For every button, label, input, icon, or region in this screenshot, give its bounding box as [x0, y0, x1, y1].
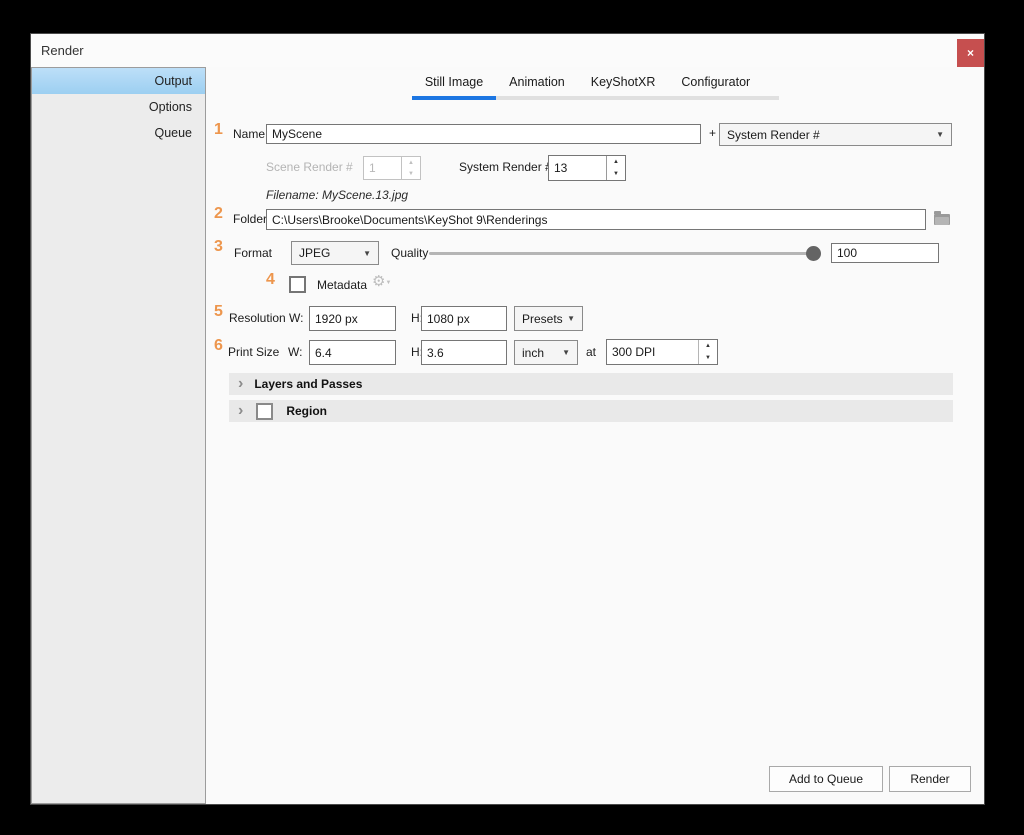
chevron-right-icon: › — [238, 403, 243, 419]
metadata-checkbox[interactable] — [289, 276, 306, 293]
dpi-value: 300 DPI — [607, 340, 698, 364]
close-button[interactable]: × — [957, 39, 984, 67]
chevron-down-icon: ▼ — [936, 130, 951, 139]
scene-render-label: Scene Render # — [266, 160, 353, 174]
format-value: JPEG — [292, 246, 363, 260]
screen-background: Render × Output Options Queue Still Imag… — [0, 0, 1024, 835]
system-render-label: System Render # — [459, 160, 552, 174]
system-render-value: 13 — [549, 156, 606, 180]
name-label: Name — [233, 127, 265, 141]
scene-render-spinner: 1 ▲ ▼ — [363, 156, 421, 180]
format-dropdown[interactable]: JPEG ▼ — [291, 241, 379, 265]
resolution-height-input[interactable] — [421, 306, 507, 331]
spinner-up-icon[interactable]: ▲ — [699, 340, 717, 352]
chevron-down-icon: ▼ — [562, 348, 577, 357]
at-label: at — [586, 345, 596, 359]
main-panel: Still Image Animation KeyShotXR Configur… — [207, 67, 984, 804]
step-marker-3: 3 — [214, 238, 223, 256]
sidebar-item-queue[interactable]: Queue — [32, 120, 205, 146]
plus-label: + — [709, 126, 716, 140]
unit-dropdown[interactable]: inch ▼ — [514, 340, 578, 365]
presets-dropdown[interactable]: Presets ▼ — [514, 306, 583, 331]
close-icon: × — [967, 46, 974, 60]
filename-text: Filename: MyScene.13.jpg — [266, 188, 408, 202]
chevron-down-icon: ▼ — [385, 280, 391, 286]
print-height-input[interactable] — [421, 340, 507, 365]
sidebar-item-options[interactable]: Options — [32, 94, 205, 120]
window-title: Render — [41, 43, 84, 58]
tab-keyshotxr[interactable]: KeyShotXR — [578, 73, 669, 100]
chevron-down-icon: ▼ — [567, 314, 582, 323]
resolution-label: Resolution — [229, 311, 286, 325]
title-bar[interactable]: Render × — [31, 34, 984, 67]
scene-render-spin-buttons: ▲ ▼ — [401, 157, 420, 179]
step-marker-6: 6 — [214, 337, 223, 355]
chevron-right-icon: › — [238, 376, 243, 392]
gear-icon: ⚙ — [372, 273, 385, 290]
scene-render-value: 1 — [364, 157, 401, 179]
format-label: Format — [234, 246, 272, 260]
add-to-queue-button[interactable]: Add to Queue — [769, 766, 883, 792]
step-marker-5: 5 — [214, 303, 223, 321]
print-width-input[interactable] — [309, 340, 396, 365]
unit-value: inch — [515, 346, 562, 360]
tab-configurator[interactable]: Configurator — [668, 73, 763, 100]
folder-label: Folder — [233, 212, 267, 226]
spinner-up-icon[interactable]: ▲ — [607, 156, 625, 168]
step-marker-1: 1 — [214, 121, 223, 139]
quality-input[interactable] — [831, 243, 939, 263]
chevron-down-icon: ▼ — [363, 249, 378, 258]
tab-underline-spacer — [763, 73, 779, 100]
folder-browse-icon[interactable] — [934, 214, 950, 225]
print-w-label: W: — [288, 345, 302, 359]
render-button[interactable]: Render — [889, 766, 971, 792]
system-render-spin-buttons[interactable]: ▲ ▼ — [606, 156, 625, 180]
sidebar-item-output[interactable]: Output — [32, 68, 205, 94]
quality-label: Quality — [391, 246, 428, 260]
folder-input[interactable] — [266, 209, 926, 230]
metadata-settings-gear-icon[interactable]: ⚙▼ — [372, 273, 391, 291]
step-marker-2: 2 — [214, 205, 223, 223]
spinner-down-icon[interactable]: ▼ — [607, 168, 625, 180]
section-region[interactable]: › Region — [229, 400, 953, 422]
render-dialog: Render × Output Options Queue Still Imag… — [30, 33, 985, 805]
print-size-label: Print Size — [228, 345, 279, 359]
resolution-w-label: W: — [289, 311, 303, 325]
name-input[interactable] — [266, 124, 701, 144]
section-layers-and-passes[interactable]: › Layers and Passes — [229, 373, 953, 395]
dpi-spin-buttons[interactable]: ▲ ▼ — [698, 340, 717, 364]
spinner-up-icon: ▲ — [402, 157, 420, 168]
spinner-down-icon[interactable]: ▼ — [699, 352, 717, 364]
layers-passes-title: Layers and Passes — [254, 377, 362, 391]
resolution-width-input[interactable] — [309, 306, 396, 331]
name-suffix-dropdown[interactable]: System Render # ▼ — [719, 123, 952, 146]
tab-still-image[interactable]: Still Image — [412, 73, 496, 100]
quality-slider-track[interactable] — [429, 252, 809, 255]
sidebar: Output Options Queue — [31, 67, 206, 804]
region-checkbox[interactable] — [256, 403, 273, 420]
region-title: Region — [286, 404, 327, 418]
system-render-spinner[interactable]: 13 ▲ ▼ — [548, 155, 626, 181]
name-suffix-value: System Render # — [720, 128, 936, 142]
presets-label: Presets — [515, 312, 567, 326]
tab-bar: Still Image Animation KeyShotXR Configur… — [207, 73, 984, 100]
dpi-spinner[interactable]: 300 DPI ▲ ▼ — [606, 339, 718, 365]
metadata-label: Metadata — [317, 278, 367, 292]
quality-slider-handle[interactable] — [806, 246, 821, 261]
step-marker-4: 4 — [266, 271, 275, 289]
tab-animation[interactable]: Animation — [496, 73, 578, 100]
spinner-down-icon: ▼ — [402, 168, 420, 179]
